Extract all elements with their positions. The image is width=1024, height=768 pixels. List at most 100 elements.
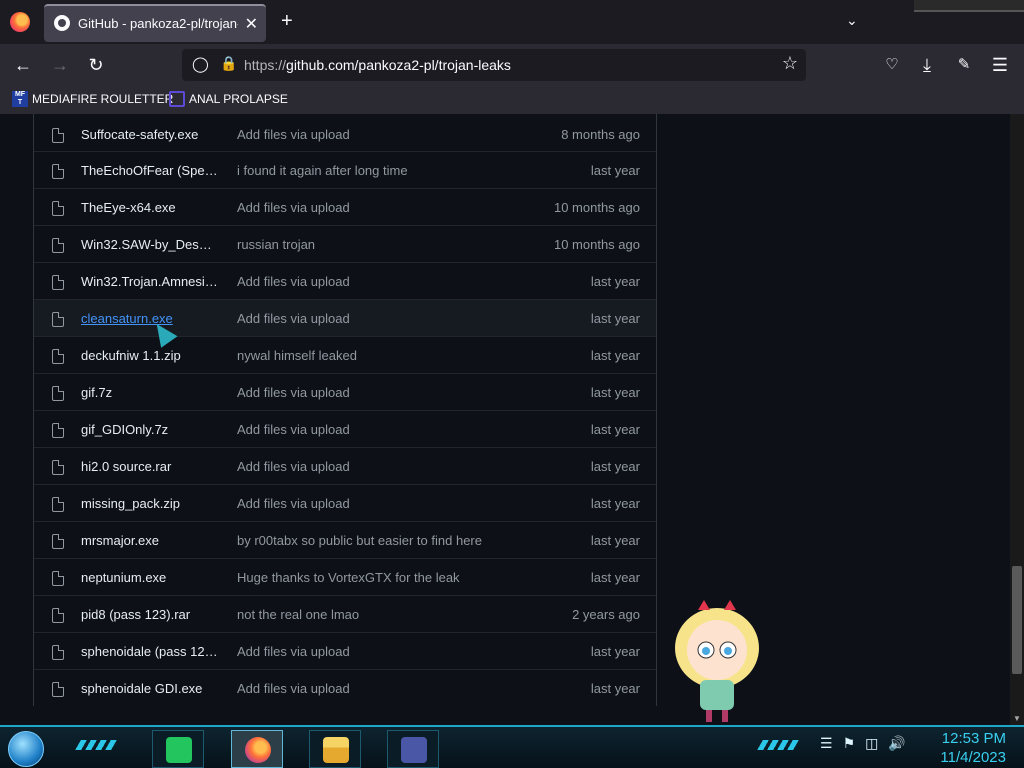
file-row[interactable]: sphenoidale GDI.exe Add files via upload l… (34, 669, 656, 706)
commit-message-link[interactable]: Add files via upload (237, 681, 350, 696)
scroll-down-arrow-icon[interactable]: ▼ (1013, 714, 1021, 723)
file-icon (52, 312, 64, 327)
show-hidden-icons-icon[interactable]: ☰ (820, 735, 833, 752)
network-icon[interactable]: ◫ (865, 735, 878, 752)
commit-age: last year (590, 348, 640, 363)
file-name-link[interactable]: cleansaturn.exe (81, 311, 223, 326)
file-name-link[interactable]: Suffocate-safety.exe (81, 127, 223, 142)
mediafire-icon: MF T (12, 91, 28, 107)
file-icon (52, 164, 64, 179)
file-row[interactable]: missing_pack.zip Add files via upload last… (34, 484, 656, 521)
taskbar-decoration (75, 740, 117, 750)
taskbar-notes-app[interactable] (152, 730, 204, 768)
file-name-link[interactable]: gif_GDIOnly.7z (81, 422, 223, 437)
commit-message-link[interactable]: i found it again after long time (237, 163, 408, 178)
file-row[interactable]: TheEye-x64.exe Add files via upload 10 mon… (34, 188, 656, 225)
file-name-link[interactable]: missing_pack.zip (81, 496, 223, 511)
file-row[interactable]: gif_GDIOnly.7z Add files via upload last y… (34, 410, 656, 447)
menu-icon[interactable]: ☰ (987, 52, 1013, 78)
file-row[interactable]: gif.7z Add files via upload last year (34, 373, 656, 410)
commit-age: 8 months ago (561, 127, 640, 142)
list-all-tabs-button[interactable]: ⌄ (846, 12, 858, 29)
tracking-protection-icon[interactable]: ◯ (192, 55, 209, 73)
file-icon (52, 645, 64, 660)
file-row[interactable]: Win32.Trojan.Amnesi… Add files via upload… (34, 262, 656, 299)
commit-message-link[interactable]: Add files via upload (237, 644, 350, 659)
bookmark-star-icon[interactable]: ☆ (782, 53, 798, 74)
commit-message-link[interactable]: Add files via upload (237, 496, 350, 511)
file-row[interactable]: mrsmajor.exe by r00tabx so public but eas… (34, 521, 656, 558)
commit-message-link[interactable]: russian trojan (237, 237, 315, 252)
bookmark-mediafire-rouletter[interactable]: MF T MEDIAFIRE ROULETTER (12, 91, 173, 107)
file-name-link[interactable]: hi2.0 source.rar (81, 459, 223, 474)
commit-message-link[interactable]: Add files via upload (237, 200, 350, 215)
scrollbar-thumb[interactable] (1012, 566, 1022, 674)
commit-age: last year (590, 274, 640, 289)
commit-age: last year (590, 163, 640, 178)
file-name-link[interactable]: mrsmajor.exe (81, 533, 223, 548)
commit-message-link[interactable]: Add files via upload (237, 385, 350, 400)
file-row[interactable]: pid8 (pass 123).rar not the real one lmao… (34, 595, 656, 632)
taskbar-decoration (757, 740, 799, 750)
file-name-link[interactable]: pid8 (pass 123).rar (81, 607, 223, 622)
taskbar-window-app[interactable] (387, 730, 439, 768)
forward-button[interactable]: → (47, 52, 73, 78)
commit-message-link[interactable]: Add files via upload (237, 459, 350, 474)
file-name-link[interactable]: TheEye-x64.exe (81, 200, 223, 215)
firefox-menu-icon[interactable] (10, 12, 30, 32)
taskbar-clock[interactable]: 12:53 PM 11/4/2023 (940, 729, 1006, 767)
commit-message-link[interactable]: Add files via upload (237, 422, 350, 437)
file-row[interactable]: TheEchoOfFear (Spec… i found it again aft… (34, 151, 656, 188)
commit-message-link[interactable]: nywal himself leaked (237, 348, 357, 363)
file-name-link[interactable]: TheEchoOfFear (Spec… (81, 163, 223, 178)
commit-message-link[interactable]: by r00tabx so public but easier to find … (237, 533, 482, 548)
page-scrollbar[interactable]: ▼ (1010, 114, 1024, 725)
file-name-link[interactable]: sphenoidale (pass 12… (81, 644, 223, 659)
file-row[interactable]: neptunium.exe Huge thanks to VortexGTX fo… (34, 558, 656, 595)
navigation-bar: ← → ↻ ◯ 🔒 https://github.com/pankoza2-pl… (0, 44, 1024, 86)
file-icon (52, 238, 64, 253)
start-button[interactable] (8, 731, 44, 767)
file-row[interactable]: cleansaturn.exe Add files via upload last … (34, 299, 656, 336)
new-tab-button[interactable]: + (281, 10, 293, 33)
back-button[interactable]: ← (10, 52, 36, 78)
file-name-link[interactable]: sphenoidale GDI.exe (81, 681, 223, 696)
file-row[interactable]: Suffocate-safety.exe Add files via upload… (34, 116, 656, 153)
commit-message-link[interactable]: Add files via upload (237, 274, 350, 289)
taskbar: ☰ ⚑ ◫ 🔊 12:53 PM 11/4/2023 (0, 725, 1024, 768)
file-name-link[interactable]: Win32.SAW-by_Des… (81, 237, 223, 252)
file-row[interactable]: sphenoidale (pass 12… Add files via uploa… (34, 632, 656, 669)
commit-message-link[interactable]: Huge thanks to VortexGTX for the leak (237, 570, 460, 585)
file-name-link[interactable]: gif.7z (81, 385, 223, 400)
tab-github[interactable]: GitHub - pankoza2-pl/trojan-le ✕ (44, 4, 266, 42)
file-icon (52, 534, 64, 549)
pocket-icon[interactable]: ♡ (879, 52, 905, 78)
url-text[interactable]: https://github.com/pankoza2-pl/trojan-le… (244, 57, 511, 73)
taskbar-firefox-app[interactable] (231, 730, 283, 768)
notes-app-icon (166, 737, 192, 763)
url-bar[interactable]: ◯ 🔒 https://github.com/pankoza2-pl/troja… (182, 49, 806, 81)
tab-title: GitHub - pankoza2-pl/trojan-le (78, 16, 238, 31)
volume-icon[interactable]: 🔊 (888, 735, 905, 752)
file-icon (52, 571, 64, 586)
taskbar-file-explorer-app[interactable] (309, 730, 361, 768)
file-row[interactable]: hi2.0 source.rar Add files via upload last… (34, 447, 656, 484)
flag-icon[interactable]: ⚑ (843, 735, 856, 752)
commit-message-link[interactable]: Add files via upload (237, 311, 350, 326)
commit-age: 10 months ago (553, 200, 640, 215)
bookmark-label: ANAL PROLAPSE (189, 92, 288, 106)
file-name-link[interactable]: deckufniw 1.1.zip (81, 348, 223, 363)
downloads-icon[interactable]: ⤓ (914, 52, 940, 78)
extensions-icon[interactable]: ✎ (951, 52, 977, 78)
file-name-link[interactable]: neptunium.exe (81, 570, 223, 585)
close-tab-icon[interactable]: ✕ (245, 14, 258, 34)
commit-message-link[interactable]: not the real one lmao (237, 607, 359, 622)
file-icon (52, 201, 64, 216)
file-row[interactable]: deckufniw 1.1.zip nywal himself leaked las… (34, 336, 656, 373)
lock-icon[interactable]: 🔒 (220, 55, 237, 72)
reload-button[interactable]: ↻ (83, 52, 109, 78)
file-name-link[interactable]: Win32.Trojan.Amnesi… (81, 274, 223, 289)
file-row[interactable]: Win32.SAW-by_Des… russian trojan 10 months… (34, 225, 656, 262)
commit-message-link[interactable]: Add files via upload (237, 127, 350, 142)
bookmark-anal-prolapse[interactable]: ANAL PROLAPSE (169, 91, 288, 107)
